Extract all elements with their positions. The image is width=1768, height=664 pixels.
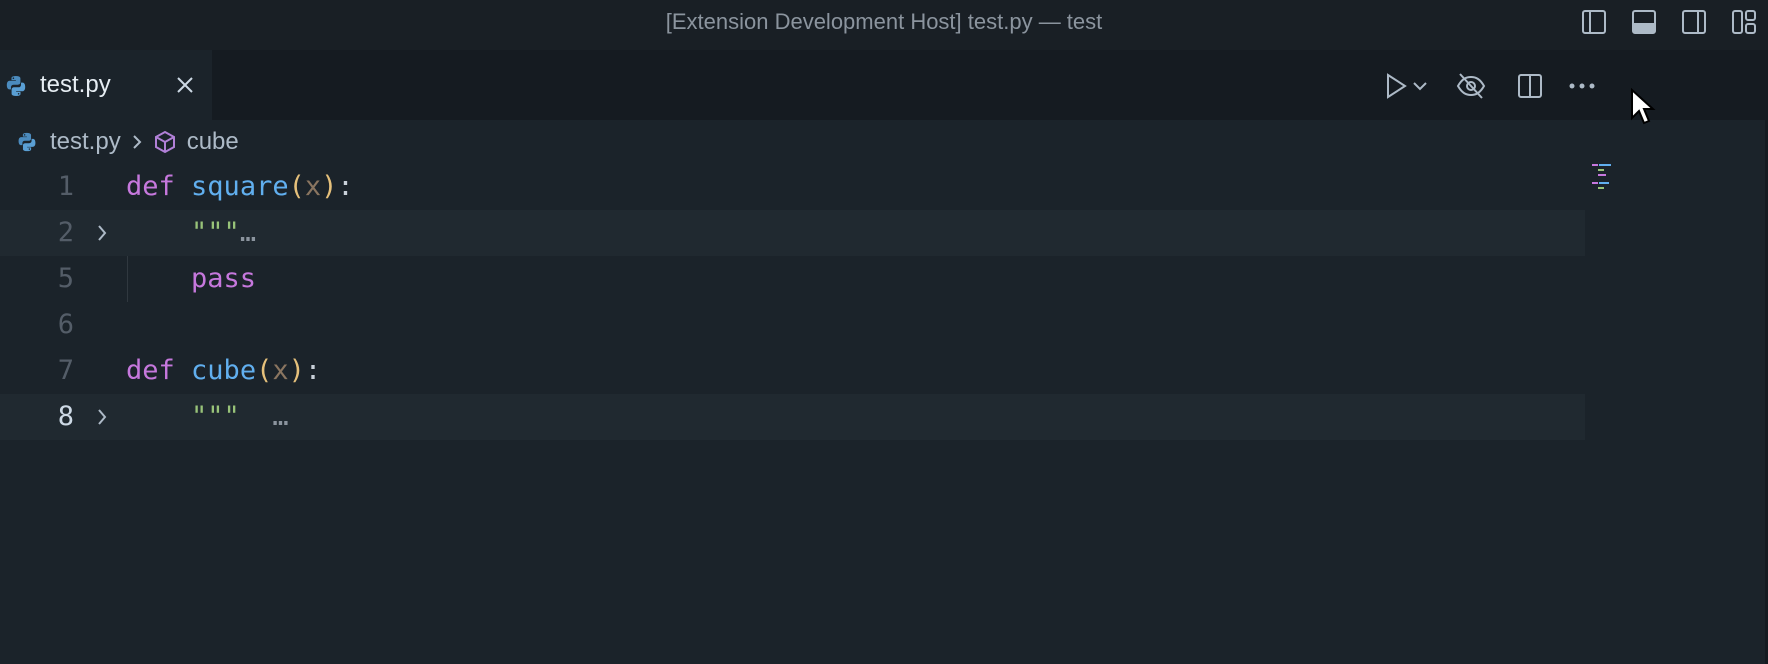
code-line[interactable]: 1 def square(x): xyxy=(0,164,1585,210)
token-param: x xyxy=(304,171,322,202)
run-icon[interactable] xyxy=(1384,72,1408,100)
layout-sidebar-right-icon[interactable] xyxy=(1680,8,1708,36)
layout-controls xyxy=(1580,8,1758,36)
token-string: """ xyxy=(191,401,240,432)
token-paren: ( xyxy=(288,171,305,202)
layout-sidebar-left-icon[interactable] xyxy=(1580,8,1608,36)
code-line[interactable]: 5 pass xyxy=(0,256,1585,302)
token-function-name: cube xyxy=(191,355,257,386)
token-paren: ( xyxy=(256,355,273,386)
token-param: x xyxy=(272,355,289,386)
code-line[interactable]: 7 def cube(x): xyxy=(0,348,1585,394)
token-function-name: square xyxy=(191,171,289,202)
line-number: 1 xyxy=(57,171,74,202)
python-icon xyxy=(6,76,26,96)
token-keyword: def xyxy=(126,171,175,202)
folded-ellipsis[interactable]: … xyxy=(240,217,256,248)
line-number: 7 xyxy=(57,355,74,386)
fold-chevron-right-icon[interactable] xyxy=(96,223,108,243)
token-colon: : xyxy=(304,355,322,386)
layout-panel-icon[interactable] xyxy=(1630,8,1658,36)
customize-layout-icon[interactable] xyxy=(1730,8,1758,36)
breadcrumb-symbol[interactable]: cube xyxy=(187,128,239,156)
tab-bar: test.py xyxy=(0,50,1768,120)
eye-off-icon[interactable] xyxy=(1456,72,1486,100)
token-keyword: pass xyxy=(191,263,257,294)
line-content: pass xyxy=(126,256,256,302)
line-number: 5 xyxy=(57,263,74,294)
chevron-right-icon xyxy=(132,135,142,149)
folded-ellipsis[interactable]: … xyxy=(272,401,288,432)
chevron-down-icon[interactable] xyxy=(1412,80,1428,92)
window-title: [Extension Development Host] test.py — t… xyxy=(665,9,1103,34)
line-number: 8 xyxy=(57,401,74,432)
cube-icon xyxy=(154,130,175,154)
title-bar: [Extension Development Host] test.py — t… xyxy=(0,0,1768,50)
token-paren: ) xyxy=(321,171,338,202)
tab-label: test.py xyxy=(40,71,111,98)
python-icon xyxy=(18,132,36,152)
split-editor-icon[interactable] xyxy=(1516,72,1544,100)
line-number: 6 xyxy=(57,309,74,340)
line-content: def square(x): xyxy=(126,164,354,210)
code-line[interactable]: 6 xyxy=(0,302,1585,348)
more-icon[interactable] xyxy=(1568,82,1596,90)
code-line-folded[interactable]: 2 """… xyxy=(0,210,1585,256)
token-keyword: def xyxy=(126,355,175,386)
token-string: """ xyxy=(191,217,240,248)
token-paren: ) xyxy=(288,355,305,386)
code-line-folded-current[interactable]: 8 """ … xyxy=(0,394,1585,440)
close-icon[interactable] xyxy=(175,75,195,95)
line-number: 2 xyxy=(57,217,74,248)
line-content: def cube(x): xyxy=(126,348,321,394)
line-content: """ … xyxy=(126,394,289,440)
token-colon: : xyxy=(337,171,354,202)
code-editor[interactable]: 1 def square(x): 2 """… 5 pass 6 7 def c… xyxy=(0,164,1768,664)
line-content: """… xyxy=(126,210,256,256)
breadcrumb: test.py cube xyxy=(0,120,1768,164)
tab-test-py[interactable]: test.py xyxy=(0,50,212,120)
fold-chevron-right-icon[interactable] xyxy=(96,407,108,427)
breadcrumb-file[interactable]: test.py xyxy=(50,128,121,156)
